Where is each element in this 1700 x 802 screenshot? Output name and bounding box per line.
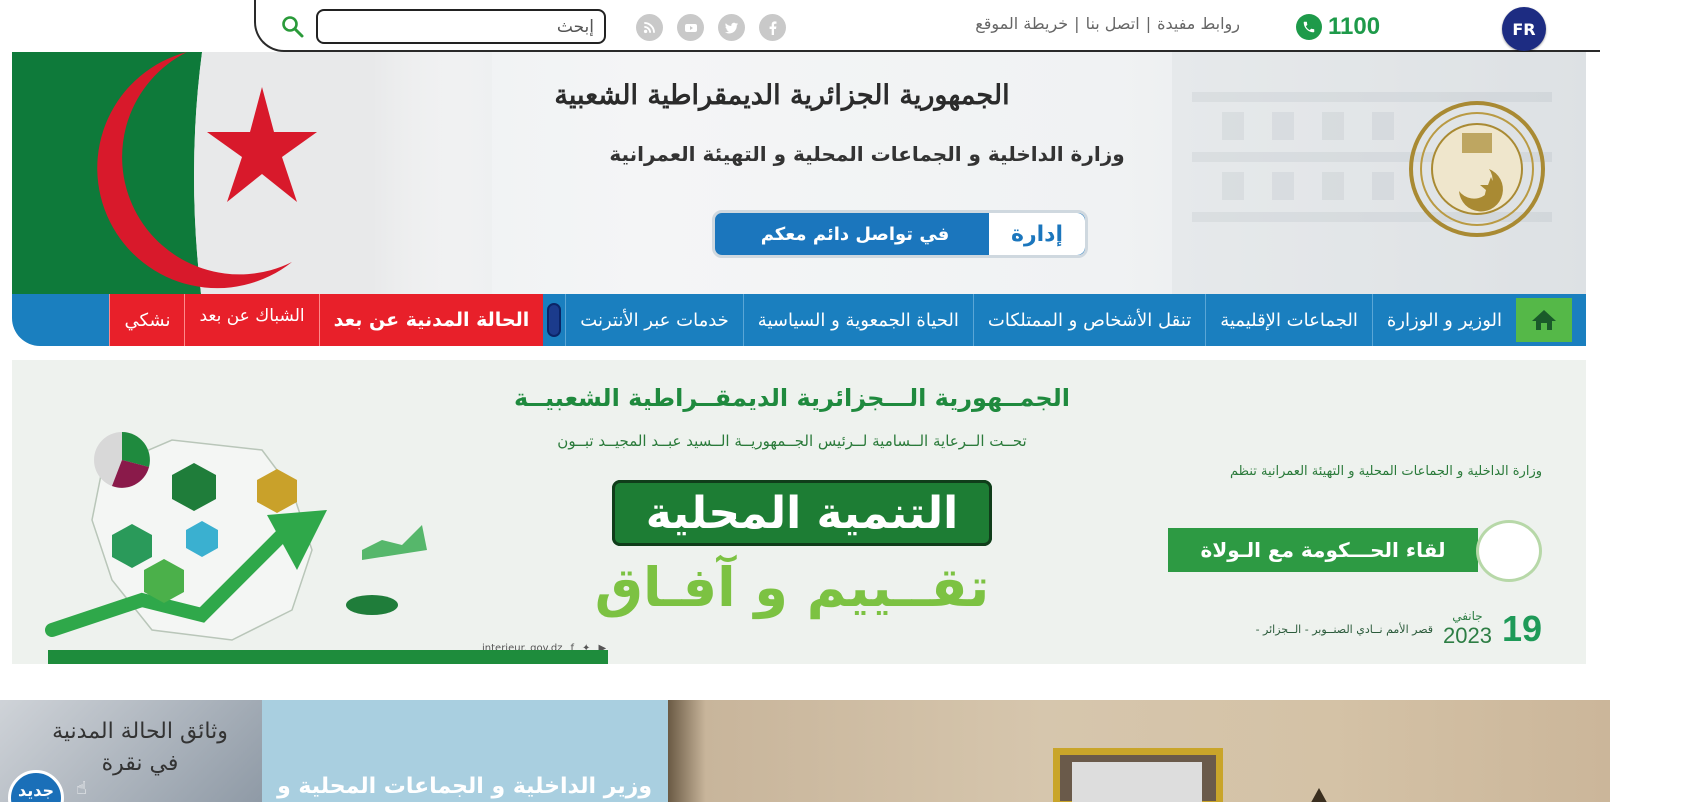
nav-item-associations[interactable]: الحياة الجمعوية و السياسية [742, 294, 973, 346]
main-nav: الوزير و الوزارة الجماعات الإقليمية تنقل… [12, 294, 1586, 346]
facebook-icon[interactable] [759, 14, 786, 41]
date-day: 19 [1501, 608, 1542, 649]
nav-item-minister[interactable]: الوزير و الوزارة [1371, 294, 1516, 346]
news-tile[interactable]: وزير الداخلية و الجماعات المحلية و [262, 700, 668, 802]
banner-headline: التنمية المحلية [612, 480, 992, 546]
nav-item-civil-status[interactable]: الحالة المدنية عن بعد [318, 294, 544, 346]
rss-icon[interactable] [636, 14, 663, 41]
date-month-year: جانفي 2023 [1443, 609, 1492, 649]
slogan-badge: إدارة في تواصل دائم معكم [712, 210, 1088, 258]
hotline[interactable]: 1100 [1296, 12, 1380, 42]
ministry-title: وزارة الداخلية و الجماعات المحلية و الته… [609, 142, 1125, 166]
home-icon [1532, 310, 1556, 330]
news-photo[interactable] [668, 700, 1610, 802]
nav-scroll-handle[interactable] [547, 303, 562, 337]
twitter-icon[interactable] [718, 14, 745, 41]
civil-docs-tile[interactable]: وثائق الحالة المدنية في نقرة جديد ☝ [0, 700, 262, 802]
nav-item-online-services[interactable]: خدمات عبر الأنترنت [565, 294, 743, 346]
home-button[interactable] [1516, 298, 1572, 342]
nav-item-complaints[interactable]: نشكي [109, 294, 185, 346]
algeria-map-graphic [45, 432, 427, 641]
top-links: روابط مفيدة | اتصل بنا | خريطة الموقع [950, 10, 1240, 36]
useful-links-link[interactable]: روابط مفيدة [1157, 14, 1240, 33]
hotline-number: 1100 [1328, 13, 1381, 40]
nav-item-mobility[interactable]: تنقل الأشخاص و الممتلكات [972, 294, 1205, 346]
content-row: وثائق الحالة المدنية في نقرة جديد ☝ وزير… [0, 700, 1610, 802]
ministry-seal-icon [1409, 101, 1545, 237]
event-banner[interactable]: الجمــهورية الـــجزائرية الديمقــراطية ا… [12, 360, 1586, 664]
algerian-flag [12, 52, 492, 294]
republic-title: الجمهورية الجزائرية الديمقراطية الشعبية [554, 80, 1010, 111]
civil-docs-text: وثائق الحالة المدنية في نقرة [52, 719, 228, 776]
date-place: قصر الأمم نــادي الصنــوبر - الــجزائر - [1255, 622, 1433, 636]
phone-icon [1296, 14, 1322, 40]
search-input[interactable] [316, 9, 606, 44]
slogan-text: في تواصل دائم معكم [760, 223, 950, 245]
anniversary-logo-icon [1476, 520, 1542, 582]
banner-organizer: وزارة الداخلية و الجماعات المحلية و الته… [1230, 464, 1542, 479]
contact-link[interactable]: اتصل بنا [1086, 14, 1140, 33]
pointer-cursor-icon: ☝ [76, 778, 87, 799]
banner-date: 19 جانفي 2023 قصر الأمم نــادي الصنــوبر… [1202, 608, 1542, 650]
lamp-ornament [1308, 788, 1330, 802]
link-separator: | [1145, 13, 1152, 33]
banner-bottom-bar [48, 650, 608, 664]
sitemap-link[interactable]: خريطة الموقع [975, 14, 1068, 33]
nav-item-territorial[interactable]: الجماعات الإقليمية [1205, 294, 1372, 346]
news-headline: وزير الداخلية و الجماعات المحلية و [277, 774, 652, 799]
link-separator: | [1074, 13, 1080, 33]
date-year: 2023 [1443, 623, 1492, 648]
banner-meeting: لقاء الحـــكومة مع الـولاة [1168, 528, 1478, 572]
youtube-icon[interactable] [677, 14, 704, 41]
portrait-image [1072, 762, 1202, 802]
slogan-admin: إدارة [989, 213, 1085, 255]
social-links [636, 14, 786, 42]
banner-republic-title: الجمــهورية الـــجزائرية الديمقــراطية ا… [514, 384, 1070, 412]
header-banner: الجمهورية الجزائرية الديمقراطية الشعبية … [12, 52, 1586, 294]
banner-patronage: تحــت الــرعاية الــسامية لــرئيس الجــم… [557, 432, 1027, 450]
nav-item-remote-desk[interactable]: الشباك عن بعد [184, 294, 319, 346]
search-icon[interactable] [280, 14, 306, 40]
language-fr-button[interactable]: FR [1502, 7, 1546, 51]
date-month: جانفي [1452, 609, 1483, 623]
banner-subheadline: تقــييم و آفـاق [594, 556, 990, 619]
